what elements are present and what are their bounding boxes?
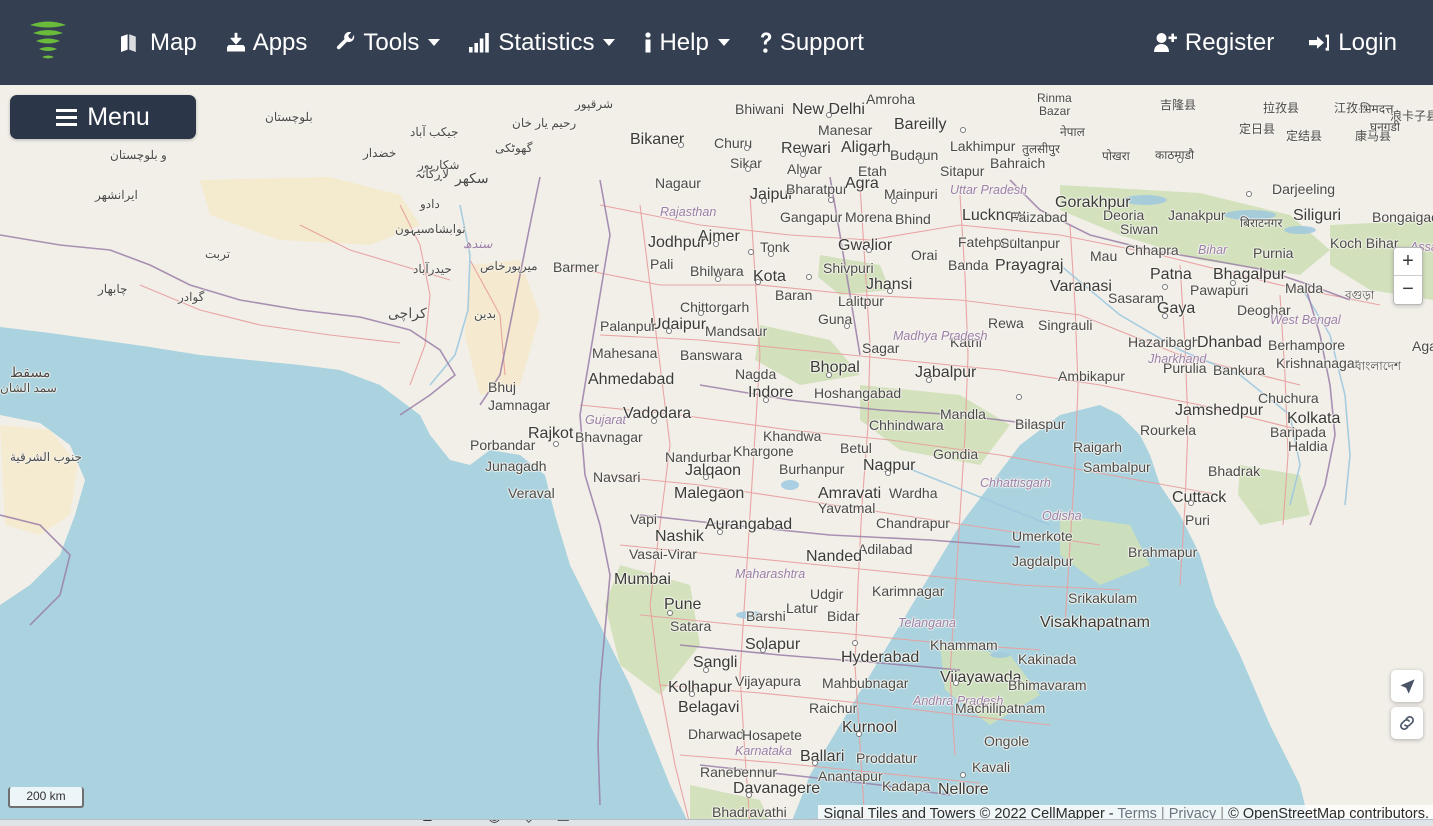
share-link-button[interactable] [1391, 707, 1423, 739]
nav-item-apps[interactable]: Apps [211, 25, 322, 61]
nav-item-support[interactable]: Support [744, 25, 878, 61]
map-viewport[interactable]: بلوچستان و بلوچستان جيکب آباد رحیم یار خان ش… [0, 85, 1433, 826]
login-label: Login [1338, 28, 1397, 56]
scale-bar: 200 km [8, 787, 84, 808]
hamburger-icon [56, 108, 78, 126]
map-tiles [0, 85, 1433, 826]
login-button[interactable]: Login [1294, 25, 1411, 61]
bar-chart-icon [468, 32, 492, 53]
navigation-arrow-icon [1399, 678, 1415, 694]
cellmapper-logo[interactable] [24, 17, 72, 69]
register-label: Register [1184, 28, 1275, 56]
bottom-toolbar-glyphs: ▲○◉◇☐ [420, 820, 592, 825]
account-nav: Register Login [1139, 25, 1411, 61]
zoom-controls[interactable]: + − [1393, 247, 1423, 305]
menu-button[interactable]: Menu [10, 95, 196, 139]
top-navbar: Map Apps Tools Statistics Help Support R… [0, 0, 1433, 85]
nav-item-tools[interactable]: Tools [321, 25, 454, 61]
sign-in-icon [1308, 33, 1332, 53]
wrench-icon [335, 31, 357, 54]
chevron-down-icon [717, 39, 730, 46]
zoom-in-button[interactable]: + [1394, 248, 1422, 276]
nav-item-support-label: Support [779, 28, 864, 56]
nav-item-apps-label: Apps [252, 28, 308, 56]
question-icon [758, 31, 774, 54]
cellmapper-app: بلوچستان و بلوچستان جيکب آباد رحیم یار خان ش… [0, 0, 1433, 826]
menu-button-label: Menu [87, 102, 150, 131]
link-chain-icon [1400, 716, 1414, 730]
nav-item-map[interactable]: Map [106, 25, 211, 61]
chevron-down-icon [603, 39, 616, 46]
primary-nav: Map Apps Tools Statistics Help Support [106, 25, 878, 61]
nav-item-statistics-label: Statistics [498, 28, 595, 56]
signal-cone-logo-icon [30, 21, 66, 58]
bottom-toolbar-clipped[interactable]: ▲○◉◇☐ [0, 819, 1433, 826]
zoom-out-button[interactable]: − [1394, 276, 1422, 304]
nav-item-help[interactable]: Help [629, 25, 743, 61]
register-button[interactable]: Register [1139, 25, 1288, 61]
nav-item-statistics[interactable]: Statistics [454, 25, 629, 61]
user-plus-icon [1153, 32, 1179, 53]
locate-me-button[interactable] [1391, 670, 1423, 702]
nav-item-tools-label: Tools [363, 28, 420, 56]
map-icon [120, 33, 144, 53]
download-icon [225, 32, 247, 53]
nav-item-map-label: Map [150, 28, 197, 56]
chevron-down-icon [428, 39, 441, 46]
info-icon [643, 31, 653, 54]
nav-item-help-label: Help [659, 28, 709, 56]
